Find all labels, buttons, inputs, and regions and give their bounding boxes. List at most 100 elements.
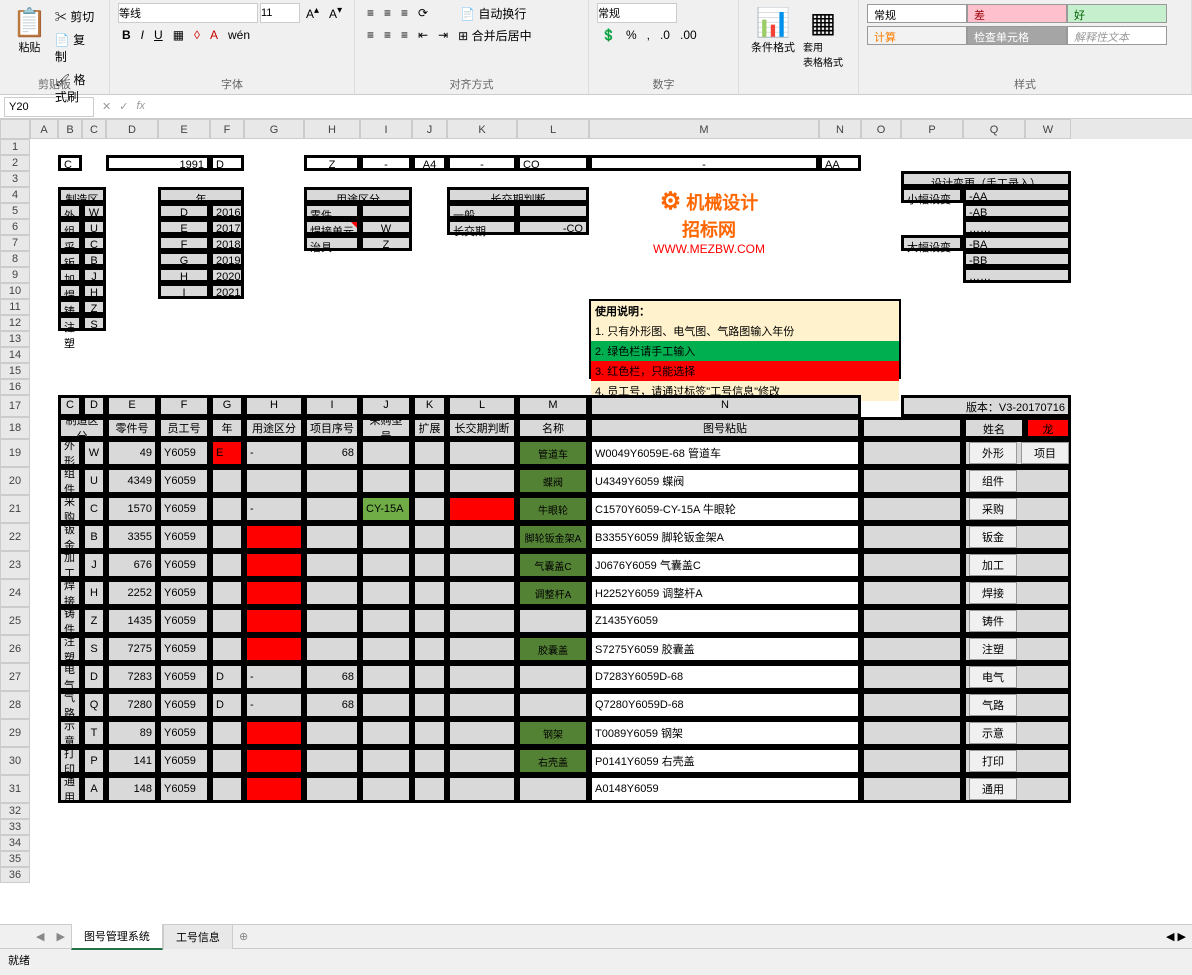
action-button[interactable]: 采购	[969, 498, 1017, 520]
main-part[interactable]: 148	[108, 777, 156, 801]
main-proj[interactable]	[306, 553, 358, 577]
row-header[interactable]: 5	[0, 203, 30, 219]
row-header[interactable]: 1	[0, 139, 30, 155]
column-header[interactable]: J	[412, 119, 447, 139]
main-usage[interactable]	[246, 637, 302, 661]
main-year[interactable]	[212, 497, 242, 521]
percent-icon[interactable]: %	[622, 26, 641, 44]
main-delivery[interactable]	[449, 665, 515, 689]
main-model[interactable]	[362, 749, 410, 773]
main-paste[interactable]: B3355Y6059 脚轮钣金架A	[591, 525, 859, 549]
main-paste[interactable]: P0141Y6059 右壳盖	[591, 749, 859, 773]
main-mfg[interactable]: 钣金	[60, 525, 80, 549]
row-header[interactable]: 28	[0, 691, 30, 719]
action-button[interactable]: 气路	[969, 694, 1017, 716]
row-header[interactable]: 17	[0, 395, 30, 417]
main-model[interactable]	[362, 665, 410, 689]
main-paste[interactable]: D7283Y6059D-68	[591, 665, 859, 689]
comma-icon[interactable]: ,	[643, 26, 654, 44]
add-sheet-icon[interactable]: ⊕	[233, 930, 254, 943]
copy-button[interactable]: 📄 复制	[51, 29, 101, 67]
main-delivery[interactable]	[449, 469, 515, 493]
main-proj[interactable]	[306, 581, 358, 605]
main-mfg[interactable]: 打印	[60, 749, 80, 773]
main-part[interactable]: 2252	[108, 581, 156, 605]
main-usage[interactable]: -	[246, 693, 302, 717]
main-item-name[interactable]: 管道车	[519, 441, 587, 465]
main-model[interactable]	[362, 777, 410, 801]
style-bad[interactable]: 差	[967, 4, 1067, 23]
main-ext[interactable]	[414, 469, 445, 493]
main-paste[interactable]: W0049Y6059E-68 管道车	[591, 441, 859, 465]
column-header[interactable]: B	[58, 119, 82, 139]
main-delivery[interactable]	[449, 637, 515, 661]
main-paste[interactable]: C1570Y6059-CY-15A 牛眼轮	[591, 497, 859, 521]
main-model[interactable]	[362, 721, 410, 745]
currency-icon[interactable]: 💲	[597, 26, 620, 44]
main-item-name[interactable]	[519, 693, 587, 717]
font-name-select[interactable]	[118, 3, 258, 23]
main-delivery[interactable]	[449, 693, 515, 717]
row-header[interactable]: 34	[0, 835, 30, 851]
fx-icon[interactable]: fx	[136, 100, 145, 113]
row-header[interactable]: 27	[0, 663, 30, 691]
style-check[interactable]: 检查单元格	[967, 26, 1067, 45]
paste-button[interactable]: 📋 粘贴	[8, 2, 51, 77]
row-header[interactable]: 19	[0, 439, 30, 467]
main-year[interactable]: E	[212, 441, 242, 465]
ref-cell[interactable]: Z	[306, 157, 358, 169]
main-mfg[interactable]: 示意	[60, 721, 80, 745]
main-mfg[interactable]: 焊接	[60, 581, 80, 605]
main-proj[interactable]: 68	[306, 665, 358, 689]
column-header[interactable]: G	[244, 119, 304, 139]
main-usage[interactable]	[246, 581, 302, 605]
row-header[interactable]: 8	[0, 251, 30, 267]
column-header[interactable]: E	[158, 119, 210, 139]
ref-cell[interactable]: A4	[414, 157, 445, 169]
main-mfg[interactable]: 采购	[60, 497, 80, 521]
main-proj[interactable]	[306, 777, 358, 801]
number-format-select[interactable]	[597, 3, 677, 23]
main-item-name[interactable]: 胶囊盖	[519, 637, 587, 661]
action-button[interactable]: 项目	[1021, 442, 1069, 464]
main-usage[interactable]	[246, 777, 302, 801]
tab-nav-next-icon[interactable]: ▶	[50, 930, 70, 943]
row-header[interactable]: 21	[0, 495, 30, 523]
action-button[interactable]: 铸件	[969, 610, 1017, 632]
main-item-name[interactable]: 脚轮钣金架A	[519, 525, 587, 549]
fill-color-button[interactable]: ◊	[190, 26, 204, 44]
main-year[interactable]	[212, 609, 242, 633]
main-usage[interactable]	[246, 609, 302, 633]
row-header[interactable]: 29	[0, 719, 30, 747]
main-part[interactable]: 7280	[108, 693, 156, 717]
action-button[interactable]: 外形	[969, 442, 1017, 464]
row-header[interactable]: 25	[0, 607, 30, 635]
ref-cell[interactable]: CQ	[519, 157, 587, 169]
row-header[interactable]: 36	[0, 867, 30, 883]
main-part[interactable]: 3355	[108, 525, 156, 549]
decrease-decimal-icon[interactable]: .00	[676, 26, 701, 44]
main-ext[interactable]	[414, 441, 445, 465]
main-ext[interactable]	[414, 665, 445, 689]
main-mfg[interactable]: 组件	[60, 469, 80, 493]
main-proj[interactable]	[306, 469, 358, 493]
row-header[interactable]: 12	[0, 315, 30, 331]
main-proj[interactable]	[306, 497, 358, 521]
main-item-name[interactable]	[519, 665, 587, 689]
main-ext[interactable]	[414, 749, 445, 773]
main-proj[interactable]	[306, 609, 358, 633]
style-calc[interactable]: 计算	[867, 26, 967, 45]
border-button[interactable]: ▦	[169, 26, 188, 44]
main-delivery[interactable]	[449, 721, 515, 745]
column-header[interactable]: A	[30, 119, 58, 139]
main-item-name[interactable]	[519, 609, 587, 633]
main-year[interactable]	[212, 469, 242, 493]
main-mfg[interactable]: 气路	[60, 693, 80, 717]
cancel-formula-icon[interactable]: ✕	[102, 100, 111, 113]
font-size-select[interactable]	[260, 3, 300, 23]
main-part[interactable]: 4349	[108, 469, 156, 493]
main-ext[interactable]	[414, 581, 445, 605]
main-part[interactable]: 141	[108, 749, 156, 773]
increase-font-icon[interactable]: A▴	[302, 3, 323, 23]
main-item-name[interactable]: 蝶阀	[519, 469, 587, 493]
